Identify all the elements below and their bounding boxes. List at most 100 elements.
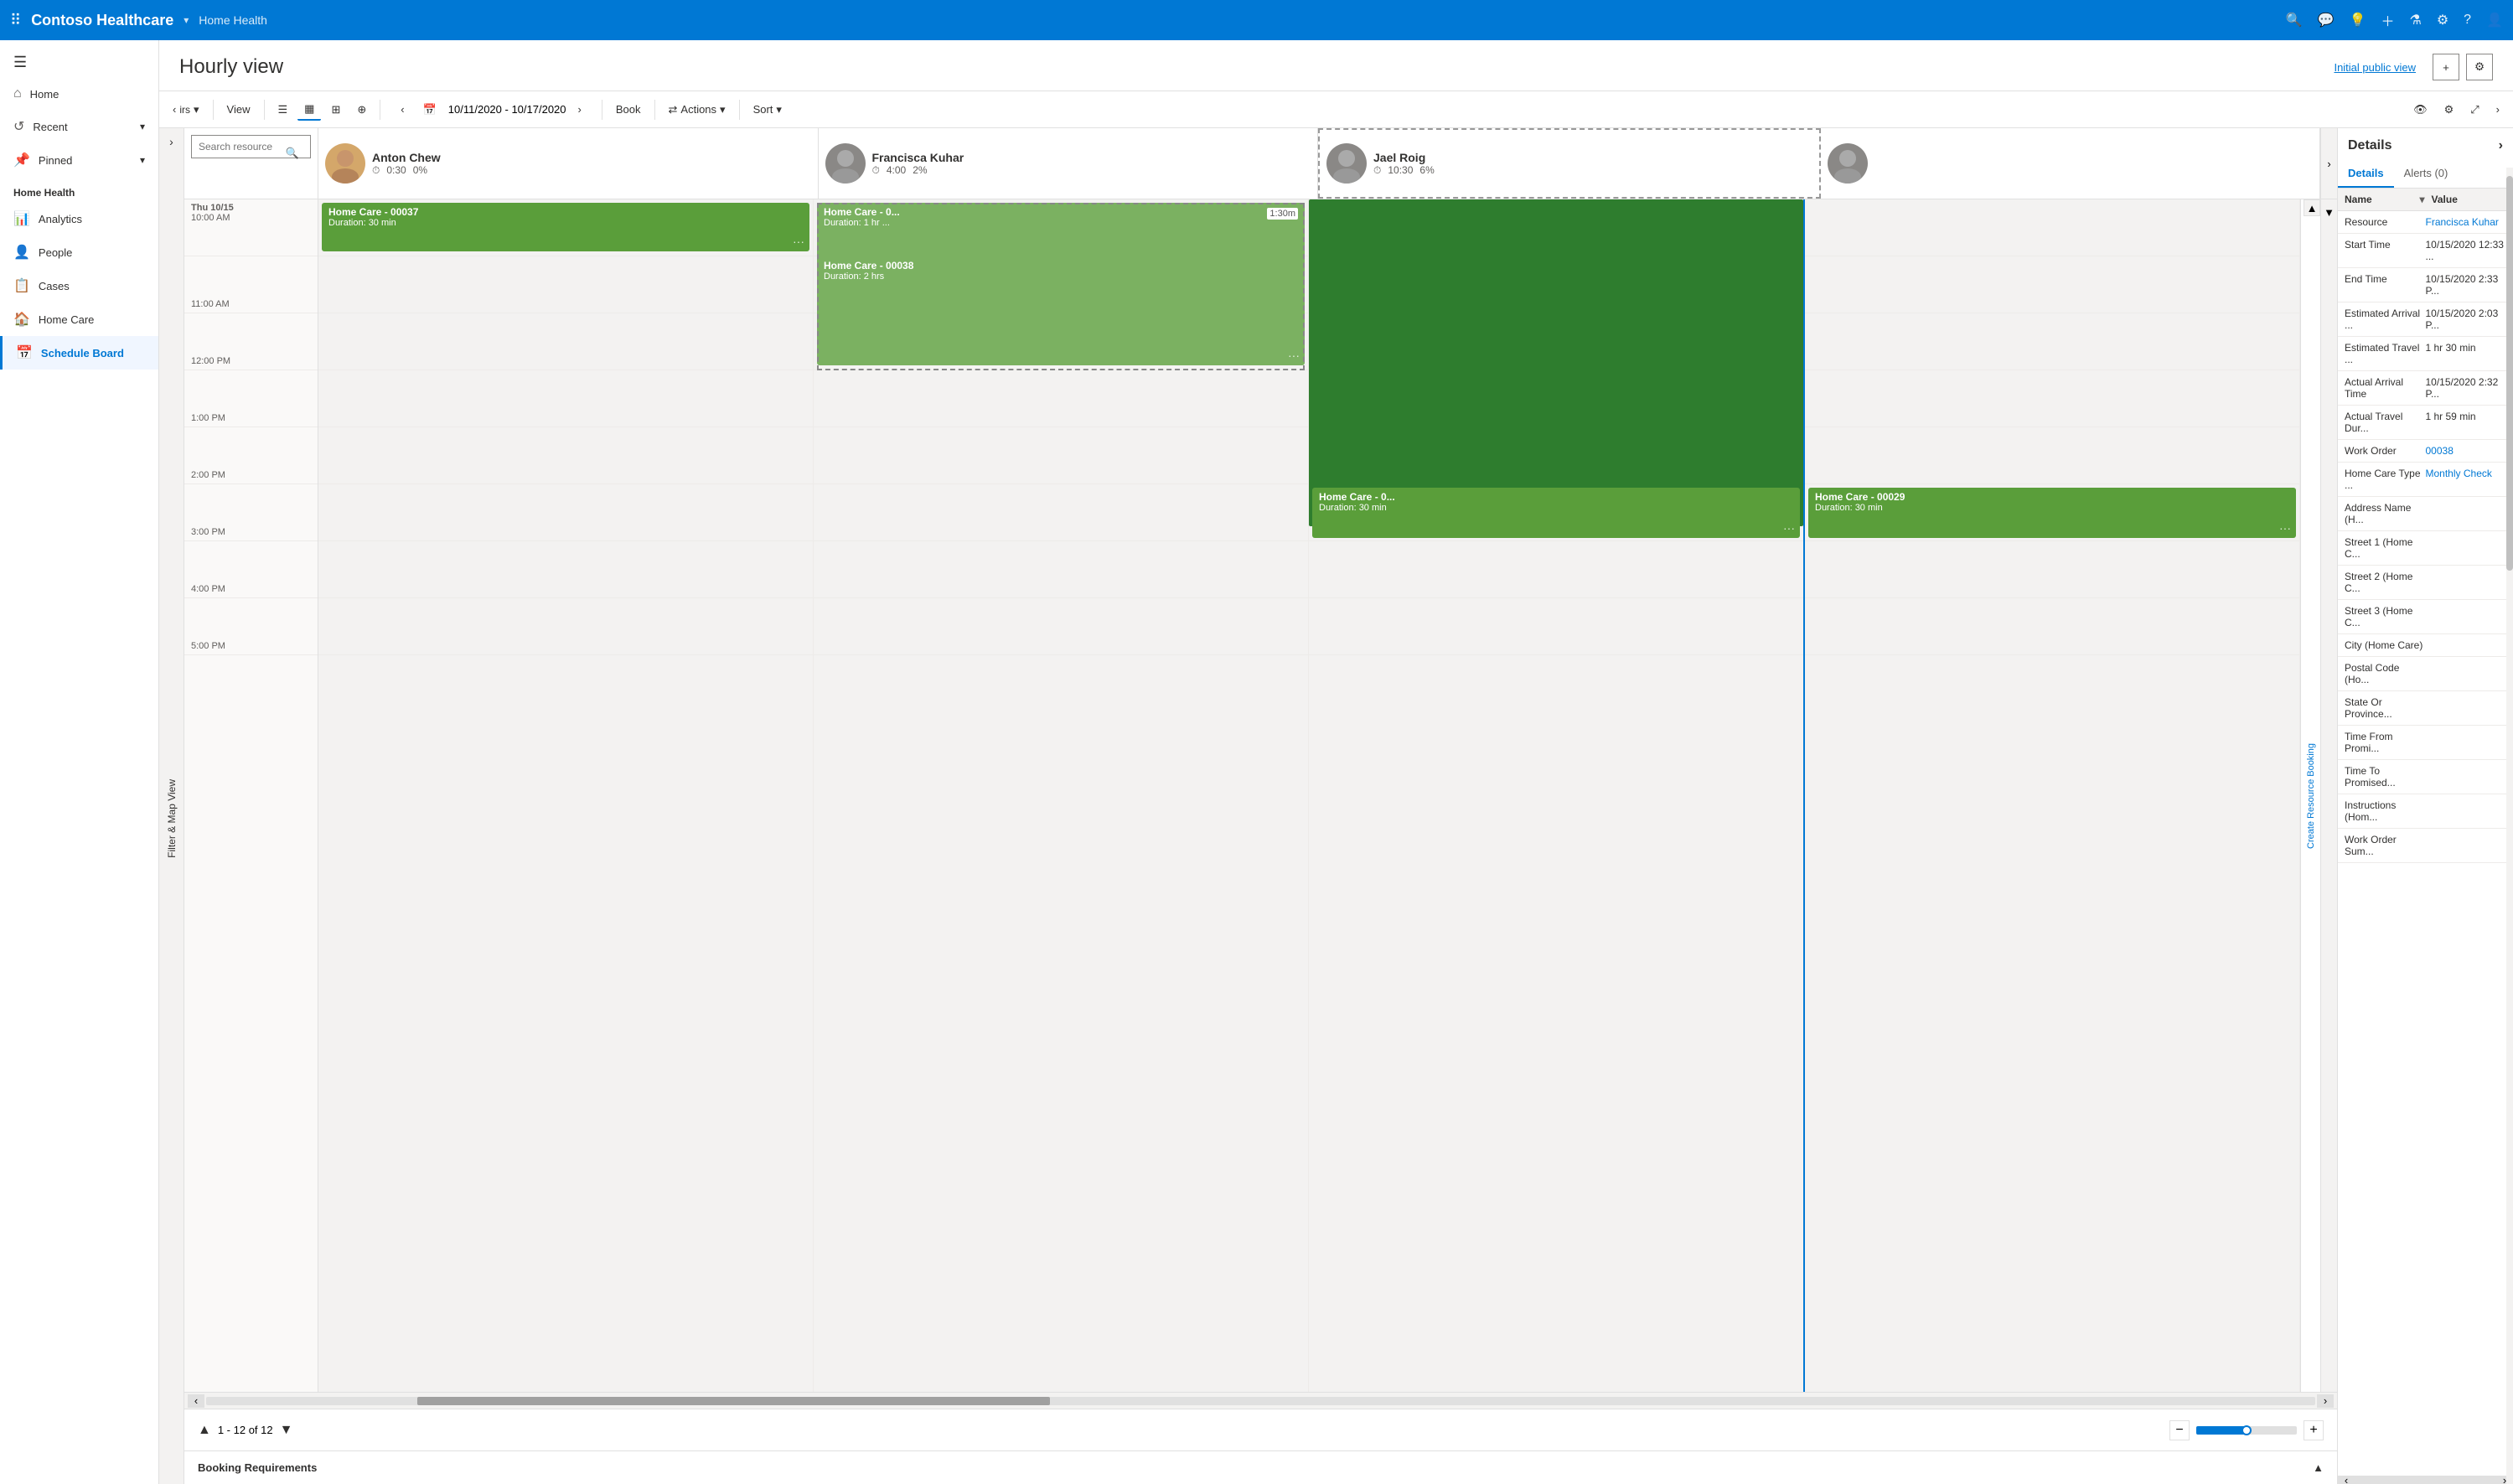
- sidebar-item-scheduleboard[interactable]: 📅 Schedule Board: [0, 336, 158, 370]
- next-page-button[interactable]: ▼: [280, 1423, 293, 1438]
- row-2pm-anton: [318, 427, 813, 484]
- detail-row-estarrival: Estimated Arrival ... 10/15/2020 2:03 P.…: [2338, 302, 2513, 337]
- sidebar-item-cases[interactable]: 📋 Cases: [0, 269, 158, 302]
- details-tab-details[interactable]: Details: [2338, 160, 2394, 188]
- scrollbar-thumb[interactable]: [417, 1397, 1050, 1405]
- search-icon[interactable]: 🔍: [2286, 12, 2303, 28]
- resource-info-anton: Anton Chew ⏱ 0:30 0%: [372, 151, 811, 177]
- detail-row-addressname: Address Name (H...: [2338, 497, 2513, 531]
- sidebar-item-recent[interactable]: ↺ Recent ▾: [0, 110, 158, 143]
- row-4pm-jael: [1309, 541, 1803, 598]
- details-header: Details ›: [2338, 128, 2513, 153]
- sidebar-item-home[interactable]: ⌂ Home: [0, 78, 158, 110]
- scroll-right-btn[interactable]: ›: [2317, 1394, 2334, 1408]
- zoom-slider[interactable]: [2196, 1426, 2297, 1435]
- booking-00029-duration: Duration: 30 min: [1815, 503, 2289, 513]
- resource-search-area: 🔍: [184, 128, 318, 199]
- expand-button[interactable]: ⤢: [2464, 100, 2485, 120]
- filter-map-label: Filter & Map View: [166, 779, 178, 858]
- booking-jael-3pm-menu[interactable]: ···: [1783, 521, 1795, 535]
- details-scroll-left[interactable]: ‹: [2338, 1476, 2355, 1484]
- grid-view-button[interactable]: ▦: [297, 99, 321, 121]
- date-range-label: 10/11/2020 - 10/17/2020: [448, 103, 566, 116]
- detail-value-starttime: 10/15/2020 12:33 ...: [2426, 239, 2507, 262]
- details-scrollbar-thumb[interactable]: [2506, 176, 2513, 571]
- booking-jael-3pm[interactable]: Home Care - 0... Duration: 30 min ···: [1312, 488, 1800, 538]
- people-icon: 👤: [13, 244, 30, 261]
- next-date-button[interactable]: ›: [571, 100, 588, 119]
- scroll-right-arrow[interactable]: ›: [2320, 128, 2337, 199]
- sidebar-item-analytics[interactable]: 📊 Analytics: [0, 202, 158, 235]
- config-button[interactable]: ⚙: [2438, 100, 2461, 120]
- right-panel-toggle[interactable]: ›: [2490, 100, 2506, 119]
- user-icon[interactable]: 👤: [2486, 12, 2503, 28]
- zoom-controls: − +: [2169, 1420, 2324, 1440]
- scroll-up-arrow[interactable]: ▲: [2304, 199, 2320, 216]
- details-scrollbar[interactable]: [2506, 168, 2513, 1484]
- detail-row-starttime: Start Time 10/15/2020 12:33 ...: [2338, 234, 2513, 268]
- booking-00037-menu[interactable]: ···: [793, 235, 804, 248]
- booking-00037-duration: Duration: 30 min: [328, 218, 803, 228]
- time-slot-3pm: 3:00 PM: [184, 484, 318, 541]
- details-tab-alerts[interactable]: Alerts (0): [2394, 160, 2459, 188]
- add-icon[interactable]: ＋: [2381, 10, 2394, 30]
- sidebar-item-homecare[interactable]: 🏠 Home Care: [0, 302, 158, 336]
- top-navigation: ⠿ Contoso Healthcare ▾ Home Health 🔍 💬 💡…: [0, 0, 2513, 40]
- calendar-button[interactable]: 📅: [416, 100, 443, 120]
- settings-icon[interactable]: ⚙: [2437, 12, 2448, 28]
- zoom-out-button[interactable]: −: [2169, 1420, 2190, 1440]
- sidebar-item-people[interactable]: 👤 People: [0, 235, 158, 269]
- filter-map-panel[interactable]: › Filter & Map View: [159, 128, 184, 1484]
- details-hscrollbar-track[interactable]: [2355, 1476, 2496, 1484]
- sort-button[interactable]: Sort ▾: [747, 100, 789, 120]
- booking-00029-menu[interactable]: ···: [2279, 521, 2291, 535]
- top-nav-icons: 🔍 💬 💡 ＋ ⚗ ⚙ ? 👤: [2286, 10, 2503, 30]
- details-expand-icon[interactable]: ›: [2499, 138, 2503, 153]
- add-view-button[interactable]: +: [2433, 54, 2459, 80]
- create-resource-booking-panel[interactable]: Create Resource Booking: [2300, 199, 2320, 1392]
- booking-00029[interactable]: Home Care - 00029 Duration: 30 min ···: [1808, 488, 2296, 538]
- time-slot-5pm: 5:00 PM: [184, 598, 318, 655]
- prev-date-button[interactable]: ‹: [394, 100, 411, 119]
- detail-value-homecaretype[interactable]: Monthly Check: [2426, 468, 2507, 479]
- booking-00037[interactable]: Home Care - 00037 Duration: 30 min ···: [322, 203, 809, 251]
- table-view-button[interactable]: ⊞: [324, 100, 347, 120]
- resource-header-francisca: Francisca Kuhar ⏱ 4:00 2%: [819, 128, 1319, 199]
- help-icon[interactable]: ?: [2464, 13, 2471, 28]
- eye-button[interactable]: 👁: [2407, 100, 2434, 120]
- chat-icon[interactable]: 💬: [2318, 12, 2335, 28]
- zoom-in-button[interactable]: +: [2304, 1420, 2324, 1440]
- booking-req-expand[interactable]: ▲: [2313, 1461, 2324, 1474]
- scroll-down-arrow[interactable]: ▼: [2320, 199, 2337, 1392]
- globe-view-button[interactable]: ⊕: [350, 100, 373, 120]
- initial-public-view-button[interactable]: Initial public view: [2324, 56, 2426, 79]
- chevron-down-icon[interactable]: ▾: [184, 14, 189, 26]
- lightbulb-icon[interactable]: 💡: [2350, 12, 2366, 28]
- back-nav-button[interactable]: ‹ irs ▾: [166, 100, 206, 120]
- prev-page-button[interactable]: ▲: [198, 1423, 211, 1438]
- list-view-button[interactable]: ☰: [271, 100, 295, 120]
- sidebar-item-pinned[interactable]: 📌 Pinned ▾: [0, 143, 158, 177]
- view-button[interactable]: View: [220, 100, 257, 119]
- filter-icon[interactable]: ⚗: [2409, 12, 2421, 28]
- scrollbar-track[interactable]: [206, 1397, 2315, 1405]
- detail-value-acttravel: 1 hr 59 min: [2426, 411, 2507, 422]
- settings-view-button[interactable]: ⚙: [2466, 54, 2493, 80]
- actions-button[interactable]: ⇄ Actions ▾: [662, 100, 732, 120]
- resource-meta-anton: ⏱ 0:30 0%: [372, 164, 811, 177]
- details-hscrollbar[interactable]: ‹ ›: [2338, 1476, 2513, 1484]
- detail-value-resource[interactable]: Francisca Kuhar: [2426, 216, 2507, 228]
- zoom-thumb[interactable]: [2242, 1425, 2252, 1435]
- resource-name-francisca: Francisca Kuhar: [872, 151, 1311, 164]
- time-slot-2pm: 2:00 PM: [184, 427, 318, 484]
- hamburger-menu[interactable]: ☰: [0, 47, 158, 78]
- scroll-left-btn[interactable]: ‹: [188, 1394, 204, 1408]
- detail-value-workorder[interactable]: 00038: [2426, 445, 2507, 457]
- booking-jael-large[interactable]: ···: [1309, 199, 1803, 526]
- resource-info-francisca: Francisca Kuhar ⏱ 4:00 2%: [872, 151, 1311, 177]
- time-slot-1pm: 1:00 PM: [184, 370, 318, 427]
- dashed-booking-block[interactable]: 1:30m: [817, 203, 1305, 370]
- left-arrow-toggle[interactable]: ›: [169, 135, 173, 148]
- book-button[interactable]: Book: [609, 100, 648, 119]
- waffle-icon[interactable]: ⠿: [10, 12, 21, 29]
